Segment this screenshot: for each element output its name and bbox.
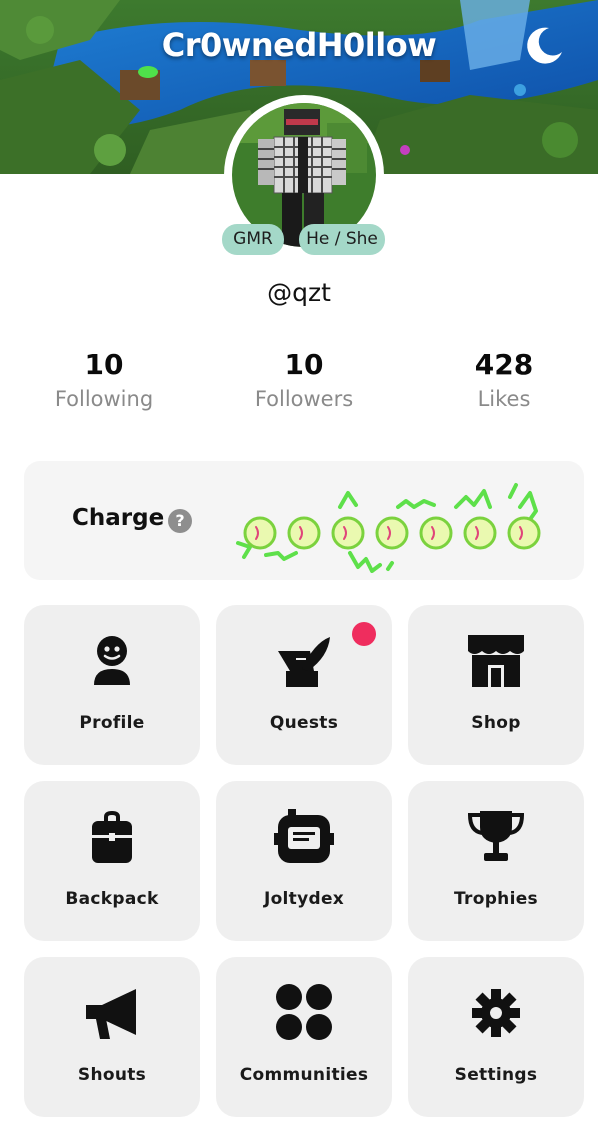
theme-toggle-button[interactable] [521,22,567,68]
stat-followers-value: 10 [284,348,324,381]
joltydex-tile-button[interactable]: Joltydex [216,781,392,941]
profile-icon [82,631,142,691]
trophies-tile-button[interactable]: Trophies [408,781,584,941]
notification-dot [352,622,376,646]
charge-meter [236,483,541,573]
communities-icon [274,983,334,1043]
badge-gmr: GMR [222,224,284,255]
charge-orb [463,516,497,550]
joltydex-icon [274,807,334,867]
moon-icon [527,27,562,64]
backpack-icon [82,807,142,867]
communities-tile-button[interactable]: Communities [216,957,392,1117]
stat-likes[interactable]: 428 Likes [424,348,584,411]
stat-followers-label: Followers [254,387,354,411]
stat-likes-value: 428 [474,348,534,381]
help-icon[interactable]: ? [168,509,192,533]
charge-orb [243,516,277,550]
shouts-tile-label: Shouts [77,1065,147,1085]
badge-pronouns: He / She [299,224,385,255]
megaphone-icon [82,983,142,1043]
joltydex-tile-label: Joltydex [263,889,345,909]
charge-orb [331,516,365,550]
charge-orb [419,516,453,550]
charge-orbs [243,516,541,550]
charge-orb [507,516,541,550]
quests-tile-button[interactable]: Quests [216,605,392,765]
stat-following-label: Following [54,387,154,411]
user-handle: @qzt [267,278,331,307]
charge-orb [375,516,409,550]
trophy-icon [466,807,526,867]
stat-following-value: 10 [84,348,124,381]
settings-tile-button[interactable]: Settings [408,957,584,1117]
backpack-tile-label: Backpack [65,889,159,909]
shop-icon [466,631,526,691]
charge-card: Charge ? [24,461,584,580]
quests-tile-label: Quests [269,713,339,733]
profile-tile-button[interactable]: Profile [24,605,200,765]
stat-following[interactable]: 10 Following [24,348,184,411]
page-title: Cr0wnedH0llow [161,26,437,64]
trophies-tile-label: Trophies [454,889,538,909]
settings-tile-label: Settings [454,1065,538,1085]
shop-tile-label: Shop [471,713,521,733]
communities-tile-label: Communities [239,1065,369,1085]
gear-icon [466,983,526,1043]
shop-tile-button[interactable]: Shop [408,605,584,765]
backpack-tile-button[interactable]: Backpack [24,781,200,941]
quests-icon [274,631,334,691]
stat-followers[interactable]: 10 Followers [224,348,384,411]
profile-tile-label: Profile [79,713,145,733]
charge-orb [287,516,321,550]
stat-likes-label: Likes [477,387,531,411]
charge-label: Charge [72,505,165,531]
shouts-tile-button[interactable]: Shouts [24,957,200,1117]
